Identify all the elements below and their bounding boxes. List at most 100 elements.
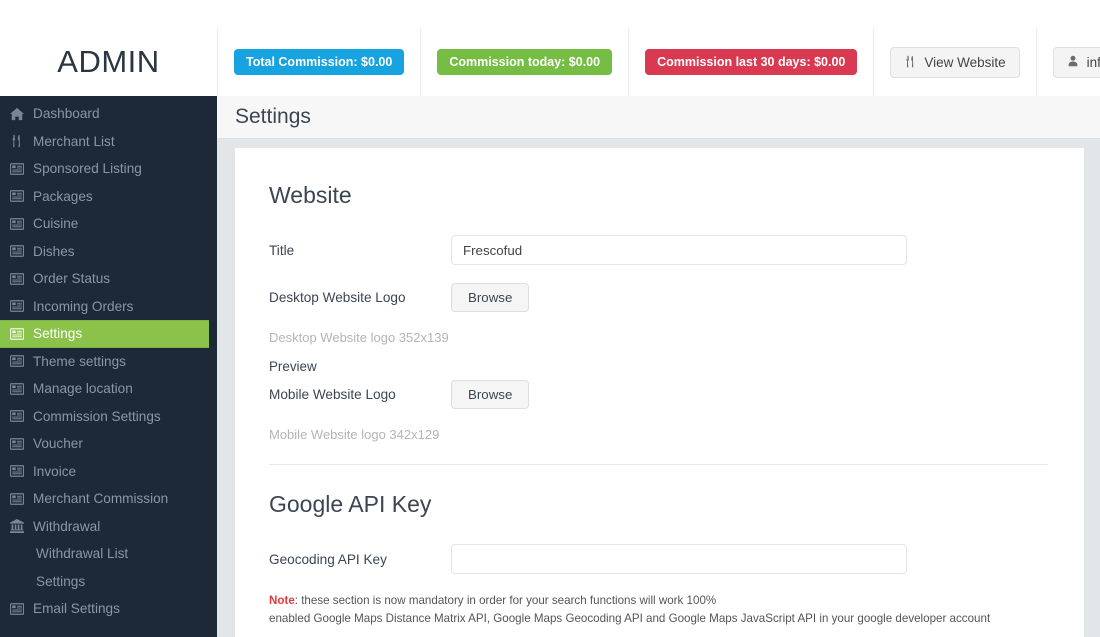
desktop-logo-hint: Desktop Website logo 352x139 — [269, 330, 449, 345]
sidebar-item-label: Cuisine — [33, 216, 79, 232]
total-commission-cell: Total Commission: $0.00 — [217, 28, 420, 96]
sidebar-item-label: Theme settings — [33, 353, 126, 369]
list-icon — [10, 244, 24, 258]
list-icon — [10, 492, 24, 506]
list-icon — [10, 327, 24, 341]
desktop-logo-browse-button[interactable]: Browse — [451, 283, 530, 312]
geocoding-field-row: Geocoding API Key — [269, 544, 1048, 574]
list-icon — [10, 217, 24, 231]
account-email-label: info@frescofud.com — [1086, 54, 1100, 70]
sidebar-item-merchant-commission[interactable]: Merchant Commission — [0, 485, 217, 513]
sidebar-item-label: Settings — [36, 573, 86, 589]
header-nav-cells: Total Commission: $0.00 Commission today… — [217, 28, 1100, 96]
mobile-logo-hint: Mobile Website logo 342x129 — [269, 427, 440, 442]
desktop-logo-label: Desktop Website Logo — [269, 290, 406, 305]
desktop-logo-row: Desktop Website Logo Browse — [269, 283, 1048, 312]
commission-today-badge[interactable]: Commission today: $0.00 — [437, 49, 613, 75]
cutlery-icon — [904, 55, 918, 69]
sidebar-item-label: Packages — [33, 188, 93, 204]
sidebar-item-voucher[interactable]: Voucher — [0, 430, 217, 458]
section-divider — [269, 464, 1048, 465]
admin-settings-page: ADMIN Total Commission: $0.00 Commission… — [0, 0, 1100, 637]
account-dropdown-button[interactable]: info@frescofud.com — [1052, 46, 1100, 78]
bank-icon — [10, 519, 24, 534]
sidebar-item-cuisine[interactable]: Cuisine — [0, 210, 217, 238]
view-website-label: View Website — [924, 54, 1006, 70]
content-area: Settings Website Title Desktop Website L… — [217, 96, 1100, 637]
sidebar-item-settings[interactable]: Settings — [0, 320, 209, 348]
sidebar-item-label: Incoming Orders — [33, 298, 134, 314]
view-website-button[interactable]: View Website — [890, 46, 1020, 78]
note-line-1: : these section is now mandatory in orde… — [294, 594, 717, 607]
sidebar-item-incoming-orders[interactable]: Incoming Orders — [0, 293, 217, 321]
user-icon — [1067, 55, 1081, 69]
note-line-2: enabled Google Maps Distance Matrix API,… — [269, 611, 991, 625]
sidebar-item-manage-location[interactable]: Manage location — [0, 375, 217, 403]
list-icon — [10, 162, 24, 176]
sidebar-item-sponsored-listing[interactable]: Sponsored Listing — [0, 155, 217, 183]
sidebar-item-dashboard[interactable]: Dashboard — [0, 100, 217, 128]
commission-last-30-days-badge[interactable]: Commission last 30 days: $0.00 — [645, 49, 858, 75]
title-field-label: Title — [269, 242, 295, 258]
google-api-section-heading: Google API Key — [269, 491, 432, 517]
sidebar-item-email-settings[interactable]: Email Settings — [0, 595, 217, 623]
list-icon — [10, 382, 24, 396]
sidebar-item-label: Order Status — [33, 271, 111, 287]
note-prefix: Note — [269, 594, 295, 607]
list-icon — [10, 354, 24, 368]
sidebar-item-commission-settings[interactable]: Commission Settings — [0, 403, 217, 431]
title-input[interactable] — [451, 235, 907, 265]
page-title: Settings — [235, 105, 311, 128]
sidebar-item-withdrawal[interactable]: Withdrawal — [0, 513, 217, 541]
sidebar-item-label: Sponsored Listing — [33, 161, 142, 177]
sidebar-item-invoice[interactable]: Invoice — [0, 458, 217, 486]
sidebar-item-label: Settings — [33, 326, 83, 342]
sidebar-item-label: Commission Settings — [33, 408, 161, 424]
sidebar-item-label: Merchant List — [33, 133, 115, 149]
title-field-row: Title — [269, 235, 1048, 265]
sidebar-item-label: Voucher — [33, 436, 83, 452]
sidebar-item-merchant-list[interactable]: Merchant List — [0, 128, 217, 156]
account-menu-cell: info@frescofud.com — [1035, 28, 1100, 96]
mandatory-note: Note: these section is now mandatory in … — [269, 592, 1048, 628]
top-header: ADMIN Total Commission: $0.00 Commission… — [0, 28, 1100, 96]
sidebar-item-label: Manage location — [33, 381, 133, 397]
cutlery-icon — [10, 134, 24, 148]
list-icon — [10, 602, 24, 616]
list-icon — [10, 409, 24, 423]
list-icon — [10, 299, 24, 313]
sidebar-item-settings[interactable]: Settings — [0, 568, 217, 596]
settings-card: Website Title Desktop Website Logo Brows… — [235, 148, 1084, 637]
total-commission-badge[interactable]: Total Commission: $0.00 — [234, 49, 405, 75]
sidebar-item-order-status[interactable]: Order Status — [0, 265, 217, 293]
page-header: Settings — [217, 96, 1100, 139]
mobile-logo-row: Mobile Website Logo Browse — [269, 380, 1048, 409]
website-section-heading: Website — [269, 182, 352, 208]
sidebar-item-label: Merchant Commission — [33, 491, 169, 507]
list-icon — [10, 464, 24, 478]
sidebar-item-label: Email Settings — [33, 601, 120, 617]
list-icon — [10, 437, 24, 451]
mobile-logo-browse-button[interactable]: Browse — [451, 380, 530, 409]
commission-last-30-days-cell: Commission last 30 days: $0.00 — [628, 28, 873, 96]
sidebar-item-label: Withdrawal List — [36, 546, 129, 562]
mobile-logo-label: Mobile Website Logo — [269, 387, 396, 402]
sidebar-item-theme-settings[interactable]: Theme settings — [0, 348, 217, 376]
geocoding-api-key-label: Geocoding API Key — [269, 551, 387, 567]
commission-today-cell: Commission today: $0.00 — [420, 28, 628, 96]
sidebar-item-packages[interactable]: Packages — [0, 183, 217, 211]
sidebar-item-label: Dishes — [33, 243, 75, 259]
preview-label: Preview — [269, 359, 317, 374]
brand-logo[interactable]: ADMIN — [0, 28, 217, 96]
geocoding-api-key-input[interactable] — [451, 544, 907, 574]
list-icon — [10, 272, 24, 286]
sidebar-item-dishes[interactable]: Dishes — [0, 238, 217, 266]
sidebar-item-withdrawal-list[interactable]: Withdrawal List — [0, 540, 217, 568]
list-icon — [10, 189, 24, 203]
sidebar-item-label: Dashboard — [33, 106, 100, 122]
home-icon — [10, 107, 24, 121]
sidebar-item-label: Withdrawal — [33, 518, 101, 534]
sidebar-item-label: Invoice — [33, 463, 77, 479]
view-website-cell: View Website — [873, 28, 1035, 96]
sidebar-navigation: Dashboard Merchant List Sponsored Listing P… — [0, 96, 217, 637]
